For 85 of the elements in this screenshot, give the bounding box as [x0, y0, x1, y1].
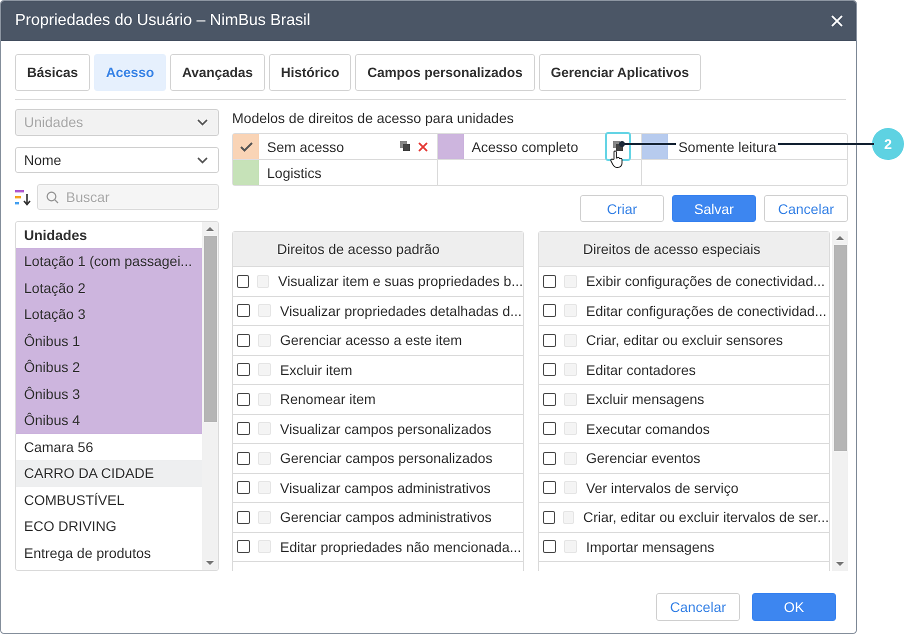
right-label: Visualizar propriedades detalhadas d...	[280, 302, 522, 319]
checkbox[interactable]	[237, 452, 250, 465]
hand-cursor-icon	[610, 150, 624, 168]
right-label: Excluir mensagens	[586, 391, 704, 408]
tab[interactable]: Campos personalizados	[355, 54, 535, 91]
unit-item[interactable]: Ônibus 3	[16, 380, 202, 408]
right-label: Renomear item	[280, 391, 376, 408]
checkbox[interactable]	[237, 392, 250, 406]
right-label: Visualizar campos personalizados	[280, 420, 492, 437]
sort-select[interactable]: Nome	[15, 146, 219, 174]
checkbox[interactable]	[543, 540, 556, 554]
callout-badge: 2	[872, 128, 904, 160]
right-label: Importar mensagens	[586, 538, 714, 555]
right-label: Criar, editar ou excluir itervalos de ser...	[583, 509, 829, 526]
checkbox[interactable]	[237, 540, 250, 554]
unit-item[interactable]: Lotação 1 (com passagei...	[16, 248, 202, 275]
chevron-icon	[197, 118, 208, 126]
footer-button[interactable]: Cancelar	[656, 593, 740, 621]
template-button[interactable]: Criar	[580, 195, 664, 222]
right-label: Editar contadores	[586, 362, 696, 378]
template-item[interactable]: Somente leitura	[642, 134, 847, 160]
checkbox[interactable]	[237, 334, 250, 347]
window-title: Propriedades do Usuário – NimBus Brasil	[15, 12, 310, 30]
checkbox[interactable]	[543, 334, 556, 347]
checkbox[interactable]	[543, 481, 556, 494]
right-label: Editar configurações de conectividad...	[586, 302, 826, 319]
search-icon	[46, 191, 59, 204]
unit-item[interactable]: CARRO DA CIDADE	[16, 460, 202, 487]
right-label: Editar propriedades não mencionada...	[280, 538, 522, 555]
checkbox[interactable]	[237, 422, 250, 436]
unit-item[interactable]: COMBUSTÍVEL	[16, 486, 202, 514]
template-button[interactable]: Cancelar	[764, 195, 848, 222]
template-item[interactable]: Acesso completo	[438, 134, 642, 160]
tab[interactable]: Histórico	[268, 54, 352, 91]
unit-item[interactable]: Camara 56	[16, 434, 202, 460]
right-label: Gerenciar eventos	[586, 450, 700, 466]
panel-header: Direitos de acesso especiais	[539, 232, 829, 267]
checkbox[interactable]	[543, 363, 556, 376]
search-field[interactable]: Buscar	[37, 184, 219, 210]
panel-header: Direitos de acesso padrão	[233, 232, 523, 267]
unit-item[interactable]: ECO DRIVING	[16, 513, 202, 540]
template-item[interactable]: Logistics	[233, 160, 438, 185]
checkbox[interactable]	[237, 304, 250, 318]
list-header: Unidades	[23, 226, 88, 246]
unit-item[interactable]: Lotação 2	[16, 274, 202, 302]
close-icon[interactable]	[831, 15, 843, 27]
chevron-icon	[197, 156, 208, 164]
unit-item[interactable]: Ônibus 4	[16, 407, 202, 434]
right-label: Excluir item	[280, 362, 352, 378]
checkbox[interactable]	[543, 304, 556, 318]
checkbox[interactable]	[237, 274, 250, 288]
right-label: Executar comandos	[586, 420, 710, 437]
right-label: Exibir configurações de conectividad...	[586, 273, 825, 290]
tab[interactable]: Gerenciar Aplicativos	[538, 54, 701, 91]
sort-icon[interactable]	[15, 188, 31, 206]
scrollbar[interactable]	[202, 222, 218, 570]
checkbox[interactable]	[543, 422, 556, 436]
checkbox[interactable]	[237, 481, 250, 494]
template-item[interactable]: Sem acesso	[233, 134, 438, 160]
right-label: Ver intervalos de serviço	[586, 480, 739, 496]
right-label: Visualizar campos administrativos	[280, 480, 491, 496]
unit-item[interactable]: Entrega de produtos	[16, 540, 202, 566]
tab[interactable]: Avançadas	[170, 54, 265, 91]
checkbox[interactable]	[237, 510, 250, 524]
unit-item[interactable]: Ônibus 2	[16, 354, 202, 381]
checkbox[interactable]	[237, 363, 250, 376]
checkbox[interactable]	[543, 274, 556, 288]
unit-item[interactable]: Lotação 3	[16, 301, 202, 328]
tab[interactable]: Básicas	[15, 54, 90, 91]
template-button[interactable]: Salvar	[672, 195, 756, 222]
checkbox[interactable]	[543, 452, 556, 465]
right-label: Criar, editar ou excluir sensores	[586, 332, 783, 348]
delete-icon[interactable]	[418, 142, 428, 152]
right-label: Gerenciar campos personalizados	[280, 450, 492, 466]
right-label: Visualizar item e suas propriedades b...	[278, 273, 523, 290]
right-label: Gerenciar campos administrativos	[280, 509, 492, 526]
check-icon	[240, 142, 252, 152]
unit-item[interactable]: Ônibus 1	[16, 328, 202, 354]
right-label: Gerenciar acesso a este item	[280, 332, 462, 348]
copy-icon[interactable]	[400, 141, 411, 152]
checkbox[interactable]	[543, 510, 555, 524]
footer-button[interactable]: OK	[752, 593, 836, 621]
checkbox[interactable]	[543, 392, 556, 406]
scrollbar[interactable]	[832, 231, 848, 571]
section-title: Modelos de direitos de acesso para unidades	[232, 110, 515, 128]
